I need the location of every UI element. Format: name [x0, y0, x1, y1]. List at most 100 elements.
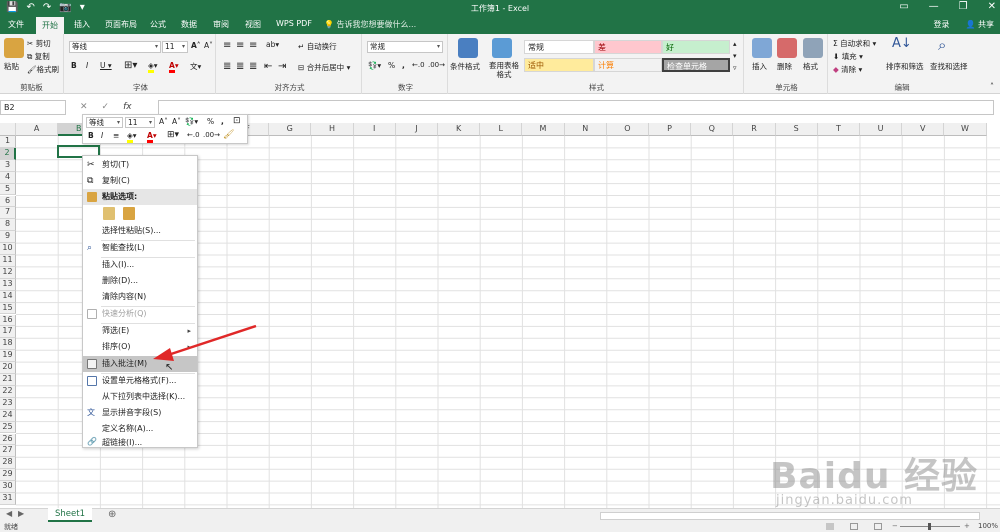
menu-filter[interactable]: 筛选(E) ▸	[83, 323, 197, 339]
row-header-27[interactable]: 27	[0, 445, 16, 458]
ribbon-display-icon[interactable]: ▭	[899, 1, 908, 12]
mini-painter-icon[interactable]: 🖌	[223, 130, 234, 140]
select-all-corner[interactable]	[0, 123, 16, 136]
row-header-24[interactable]: 24	[0, 409, 16, 422]
percent-icon[interactable]: %	[388, 61, 395, 70]
formula-input[interactable]	[158, 100, 994, 115]
row-header-25[interactable]: 25	[0, 421, 16, 434]
tab-insert[interactable]: 插入	[74, 19, 90, 30]
menu-pick-list[interactable]: 从下拉列表中选择(K)...	[83, 389, 197, 405]
align-middle-icon[interactable]: ≡	[236, 40, 244, 51]
add-sheet-icon[interactable]: ⊕	[108, 509, 116, 520]
conditional-format-button[interactable]: 条件格式	[450, 61, 480, 72]
mini-bold-icon[interactable]: B	[88, 131, 94, 140]
phonetic-icon[interactable]: 文▾	[190, 61, 201, 72]
row-header-9[interactable]: 9	[0, 231, 16, 244]
font-size-combo[interactable]: 11 ▾	[162, 41, 188, 53]
column-header-q[interactable]: Q	[691, 123, 734, 136]
italic-icon[interactable]: I	[86, 61, 88, 70]
delete-cells-icon[interactable]	[777, 38, 797, 58]
column-header-w[interactable]: W	[944, 123, 987, 136]
increase-indent-icon[interactable]: ⇥	[278, 61, 286, 72]
paste-button[interactable]: 粘贴	[4, 61, 19, 72]
normal-view-icon[interactable]	[826, 523, 834, 530]
mini-size-combo[interactable]: 11 ▾	[125, 117, 155, 128]
cut-button[interactable]: ✂ 剪切	[27, 38, 51, 49]
column-header-l[interactable]: L	[480, 123, 523, 136]
signin-link[interactable]: 登录	[933, 19, 949, 30]
mini-comma-icon[interactable]: ,	[221, 117, 224, 126]
column-header-s[interactable]: S	[775, 123, 818, 136]
mini-increase-decimal-icon[interactable]: ←.0	[187, 131, 200, 139]
column-header-u[interactable]: U	[860, 123, 903, 136]
menu-sort[interactable]: 排序(O) ▸	[83, 339, 197, 355]
row-header-8[interactable]: 8	[0, 219, 16, 232]
decrease-indent-icon[interactable]: ⇤	[264, 61, 272, 72]
mini-font-color-icon[interactable]: A▾	[147, 131, 157, 143]
tab-review[interactable]: 审阅	[213, 19, 229, 30]
orientation-icon[interactable]: ab▾	[266, 40, 279, 49]
column-header-v[interactable]: V	[902, 123, 945, 136]
insert-cells-icon[interactable]	[752, 38, 772, 58]
row-header-23[interactable]: 23	[0, 397, 16, 410]
column-header-g[interactable]: G	[269, 123, 312, 136]
find-select-icon[interactable]: ⌕	[938, 36, 946, 54]
row-header-20[interactable]: 20	[0, 362, 16, 374]
menu-insert-comment[interactable]: 插入批注(M)	[83, 356, 197, 372]
tab-data[interactable]: 数据	[181, 19, 197, 30]
mini-percent-icon[interactable]: %	[207, 117, 214, 126]
align-center-icon[interactable]: ≣	[236, 61, 244, 72]
menu-hyperlink[interactable]: 🔗 超链接(I)...	[83, 437, 197, 448]
row-header-11[interactable]: 11	[0, 255, 16, 267]
row-header-5[interactable]: 5	[0, 183, 16, 196]
menu-cut[interactable]: ✂ 剪切(T)	[83, 157, 197, 173]
format-as-table-button[interactable]: 套用表格格式	[488, 61, 520, 79]
row-header-7[interactable]: 7	[0, 207, 16, 220]
merge-center-button[interactable]: ⊟ 合并后居中 ▾	[298, 62, 350, 73]
row-header-26[interactable]: 26	[0, 433, 16, 446]
menu-define-name[interactable]: 定义名称(A)...	[83, 421, 197, 437]
column-header-m[interactable]: M	[522, 123, 565, 136]
align-top-icon[interactable]: ≡	[223, 40, 231, 51]
number-format-combo[interactable]: 常规 ▾	[367, 41, 443, 53]
collapse-ribbon-icon[interactable]: ˄	[990, 82, 994, 91]
row-header-10[interactable]: 10	[0, 243, 16, 255]
menu-phonetic[interactable]: 文显示拼音字段(S)	[83, 405, 197, 421]
fill-button[interactable]: ⬇ 填充 ▾	[833, 51, 863, 62]
autosum-button[interactable]: Σ 自动求和 ▾	[833, 38, 876, 49]
menu-copy[interactable]: ⧉ 复制(C)	[83, 173, 197, 189]
insert-cells-button[interactable]: 插入	[752, 61, 767, 72]
column-header-h[interactable]: H	[311, 123, 354, 136]
cancel-icon[interactable]: ✕	[80, 102, 88, 112]
font-color-icon[interactable]: A▾	[169, 61, 179, 73]
tab-file[interactable]: 文件	[8, 19, 24, 30]
format-as-table-icon[interactable]	[492, 38, 512, 58]
mini-accounting-icon[interactable]: 💱▾	[185, 117, 198, 126]
format-painter-button[interactable]: 🖌格式刷	[27, 64, 59, 75]
decrease-decimal-icon[interactable]: .00→	[428, 61, 445, 69]
tab-home[interactable]: 开始	[36, 17, 64, 34]
menu-insert[interactable]: 插入(I)...	[83, 257, 197, 273]
paste-icon[interactable]	[4, 38, 24, 58]
sheet-nav-prev-icon[interactable]: ◀	[6, 509, 12, 518]
menu-delete[interactable]: 删除(D)...	[83, 273, 197, 289]
row-header-12[interactable]: 12	[0, 266, 16, 279]
row-header-6[interactable]: 6	[0, 195, 16, 208]
menu-paste-special[interactable]: 选择性粘贴(S)...	[83, 223, 197, 239]
copy-button[interactable]: ⧉ 复制	[27, 51, 50, 62]
row-header-28[interactable]: 28	[0, 457, 16, 470]
align-left-icon[interactable]: ≣	[223, 61, 231, 72]
row-header-19[interactable]: 19	[0, 350, 16, 363]
align-right-icon[interactable]: ≣	[249, 61, 257, 72]
zoom-in-icon[interactable]: +	[964, 522, 970, 530]
mini-italic-icon[interactable]: I	[101, 131, 103, 140]
column-header-t[interactable]: T	[817, 123, 860, 136]
column-header-o[interactable]: O	[606, 123, 649, 136]
menu-smart-lookup[interactable]: ⌕ 智能查找(L)	[83, 240, 197, 256]
mini-font-combo[interactable]: 等线 ▾	[86, 117, 123, 128]
tell-me-search[interactable]: 💡 告诉我您想要做什么...	[324, 19, 416, 30]
paste-icon[interactable]	[103, 207, 115, 220]
style-scroll-up-icon[interactable]: ▴	[733, 40, 737, 48]
name-box[interactable]: B2	[0, 100, 66, 115]
row-header-4[interactable]: 4	[0, 171, 16, 184]
